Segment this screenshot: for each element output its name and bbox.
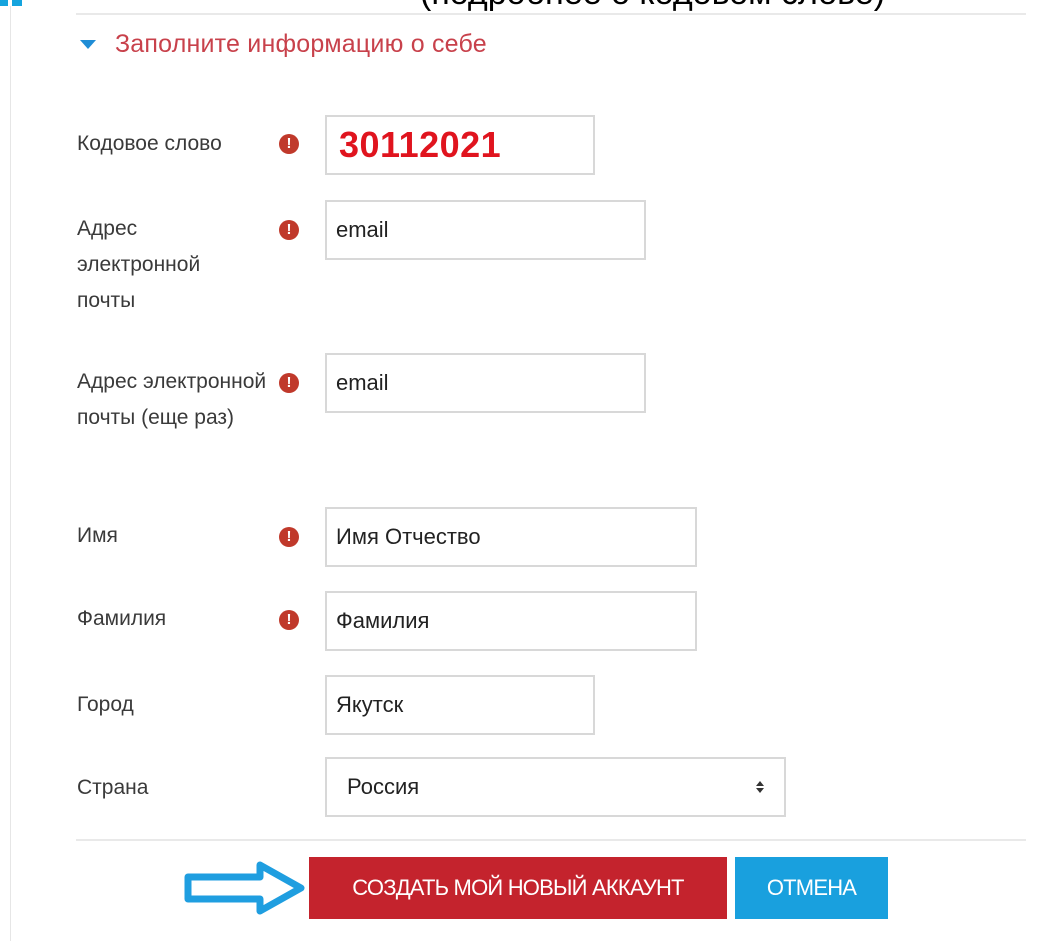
country-value: Россия — [347, 774, 420, 799]
cancel-button[interactable]: ОТМЕНА — [735, 857, 888, 919]
codeword-label: Кодовое слово — [77, 132, 222, 155]
firstname-value: Имя Отчество — [336, 524, 481, 549]
required-icon: ! — [279, 610, 299, 630]
city-label: Город — [77, 693, 134, 716]
city-input[interactable]: Якутск — [325, 675, 595, 735]
required-icon: ! — [279, 220, 299, 240]
email-value: email — [336, 217, 389, 242]
firstname-input[interactable]: Имя Отчество — [325, 507, 697, 567]
required-icon: ! — [279, 373, 299, 393]
email-repeat-input[interactable]: email — [325, 353, 646, 413]
select-arrows-icon — [756, 781, 764, 793]
country-label: Страна — [77, 776, 149, 799]
email-input[interactable]: email — [325, 200, 646, 260]
email-repeat-value: email — [336, 370, 389, 395]
arrow-right-outline-icon — [184, 861, 305, 915]
lastname-input[interactable]: Фамилия — [325, 591, 697, 651]
lastname-value: Фамилия — [336, 608, 430, 633]
codeword-input[interactable]: 30112021 — [325, 115, 595, 175]
top-clipped-bar: (подробнее о кодовом слове) — [0, 0, 1040, 12]
email-repeat-label: Адрес электронной почты (еще раз) — [77, 370, 267, 429]
firstname-label: Имя — [77, 524, 118, 547]
section-title: Заполните информацию о себе — [115, 30, 487, 58]
country-select[interactable]: Россия — [325, 757, 786, 817]
city-value: Якутск — [336, 692, 404, 717]
caret-down-icon — [80, 40, 96, 49]
section-header-toggle[interactable]: Заполните информацию о себе — [80, 30, 487, 59]
top-divider — [76, 13, 1026, 15]
codeword-value: 30112021 — [339, 124, 502, 165]
required-icon: ! — [279, 527, 299, 547]
required-icon: ! — [279, 134, 299, 154]
bottom-divider — [76, 839, 1026, 841]
create-account-button[interactable]: СОЗДАТЬ МОЙ НОВЫЙ АККАУНТ — [309, 857, 727, 919]
top-accent — [0, 0, 22, 6]
top-clipped-text: (подробнее о кодовом слове) — [420, 0, 885, 12]
signup-page: (подробнее о кодовом слове) Заполните ин… — [0, 0, 1040, 941]
lastname-label: Фамилия — [77, 607, 167, 630]
email-label: Адрес электронной почты — [77, 217, 201, 312]
left-border — [10, 0, 11, 941]
